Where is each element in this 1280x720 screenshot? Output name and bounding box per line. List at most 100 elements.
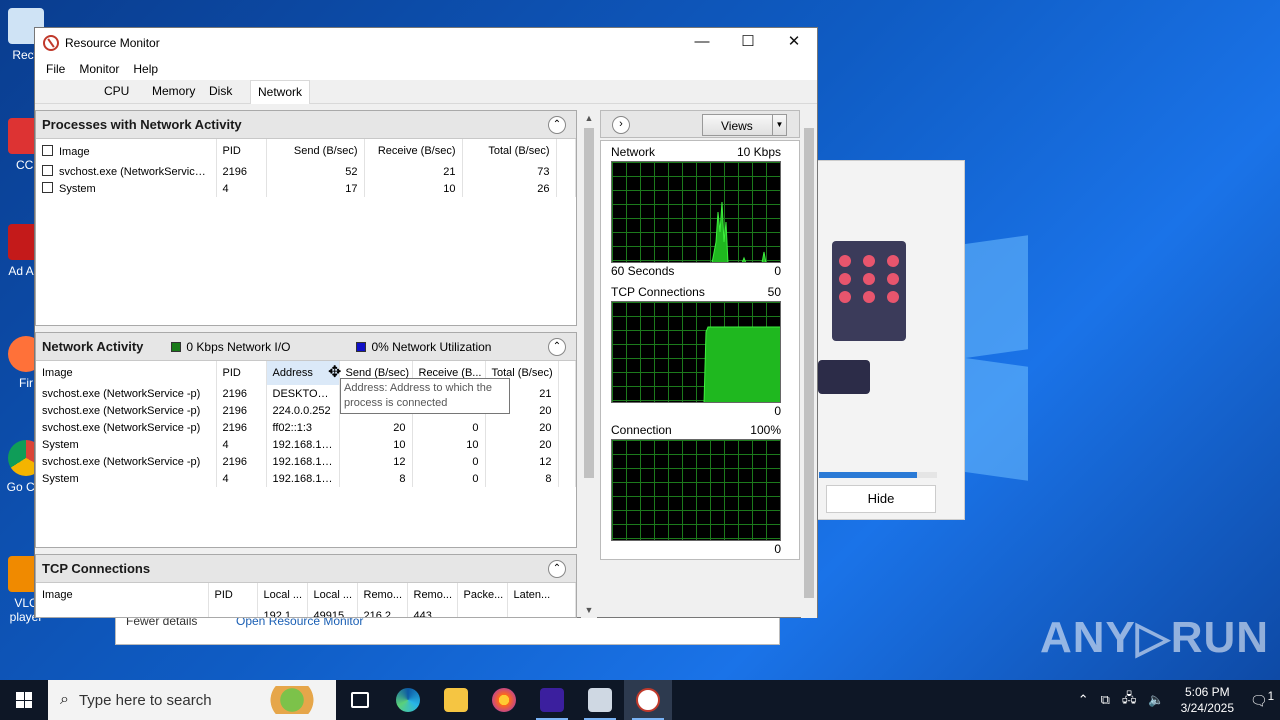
tcp-table: Image PID Local ... Local ... Remo... Re…: [36, 583, 576, 617]
views-dropdown-arrow[interactable]: ▼: [772, 115, 786, 135]
menu-file[interactable]: File: [39, 62, 72, 76]
network-io-swatch: [171, 341, 182, 352]
address-tooltip: Address: Address to which the process is…: [340, 378, 510, 414]
device-icon[interactable]: ⧉: [1101, 692, 1110, 708]
col-image[interactable]: Image: [36, 361, 217, 385]
firefox-icon: [492, 688, 516, 712]
table-row[interactable]: System 4 192.168.1.... 10 10 20: [36, 436, 576, 453]
search-highlight-icon: [268, 686, 328, 714]
windows-icon: [16, 692, 32, 708]
tab-cpu[interactable]: CPU: [104, 84, 129, 98]
processes-section: Processes with Network Activity ⌃ Image …: [35, 110, 577, 326]
col-image[interactable]: Image: [36, 139, 217, 163]
media-app-taskbar-button[interactable]: [528, 680, 576, 720]
network-graph: Network 10 Kbps 60 Seconds 0: [611, 145, 781, 278]
background-progress-bar: [819, 472, 937, 478]
col-local-port[interactable]: Local ...: [307, 583, 358, 607]
resource-monitor-taskbar-button[interactable]: [624, 680, 672, 720]
col-receive[interactable]: Receive (B/sec): [364, 139, 463, 163]
task-view-button[interactable]: [336, 680, 384, 720]
select-all-checkbox[interactable]: [42, 144, 53, 156]
menu-help[interactable]: Help: [126, 62, 165, 76]
scroll-down-arrow[interactable]: ▼: [581, 602, 597, 618]
left-pane-scrollbar[interactable]: ▲ ▼: [581, 110, 597, 618]
notifications-button[interactable]: 🗨1: [1244, 690, 1280, 710]
table-row[interactable]: svchost.exe (NetworkService -p) 2196 ff02:…: [36, 419, 576, 436]
collapse-network-activity-button[interactable]: ⌃: [548, 338, 566, 356]
system-tray: ⌃ ⧉ 🖧 🔈 5:06 PM 3/24/2025 🗨1: [1072, 680, 1280, 720]
show-hidden-icons-chevron-icon[interactable]: ⌃: [1078, 692, 1089, 708]
table-row[interactable]: svchost.exe (NetworkService... 2196 52 2…: [36, 163, 576, 180]
minimize-button[interactable]: —: [679, 28, 725, 58]
window-title: Resource Monitor: [65, 36, 160, 50]
taskbar: ⌕ Type here to search ⌃ ⧉ 🖧 🔈 5:06 PM 3/…: [0, 680, 1280, 720]
col-remote-address[interactable]: Remo...: [357, 583, 408, 607]
tcp-connections-graph: TCP Connections 50 0: [611, 285, 781, 418]
right-pane-scrollbar[interactable]: [801, 110, 817, 618]
table-row[interactable]: svchost.exe (NetworkService -p) 2196 192.1…: [36, 453, 576, 470]
graph-pane: › Views ▼ Network 10 Kbps 60 Seconds 0 TCP…: [600, 110, 800, 614]
col-local-address[interactable]: Local ...: [257, 583, 308, 607]
network-activity-title: Network Activity: [42, 339, 144, 354]
processes-header[interactable]: Processes with Network Activity ⌃: [36, 111, 576, 139]
background-thumbnail-strip: [818, 360, 870, 394]
task-manager-taskbar-button[interactable]: [576, 680, 624, 720]
col-remote-port[interactable]: Remo...: [407, 583, 458, 607]
tcp-connections-header[interactable]: TCP Connections ⌃: [36, 555, 576, 583]
col-pid[interactable]: PID: [216, 361, 267, 385]
expand-graphs-button[interactable]: ›: [612, 116, 630, 134]
maximize-button[interactable]: ☐: [725, 28, 771, 58]
start-button[interactable]: [0, 680, 48, 720]
col-pid[interactable]: PID: [208, 583, 258, 607]
table-row[interactable]: 192.1... 49915 216.2... 443: [36, 607, 576, 617]
col-pid[interactable]: PID: [216, 139, 267, 163]
hide-button[interactable]: Hide: [826, 485, 936, 513]
firefox-taskbar-button[interactable]: [480, 680, 528, 720]
col-image[interactable]: Image: [36, 583, 209, 607]
table-row[interactable]: System 4 17 10 26: [36, 180, 576, 197]
network-activity-header[interactable]: Network Activity 0 Kbps Network I/O 0% N…: [36, 333, 576, 361]
tab-network[interactable]: Network: [250, 80, 311, 104]
close-button[interactable]: ✕: [771, 28, 817, 58]
search-icon: ⌕: [60, 691, 69, 708]
media-app-icon: [540, 688, 564, 712]
volume-icon[interactable]: 🔈: [1148, 692, 1164, 708]
taskbar-search[interactable]: ⌕ Type here to search: [48, 680, 336, 720]
scrollbar-thumb[interactable]: [584, 128, 594, 478]
col-packet-loss[interactable]: Packe...: [457, 583, 508, 607]
scrollbar-thumb[interactable]: [804, 128, 814, 598]
tab-disk[interactable]: Disk: [209, 84, 232, 98]
menu-bar: File Monitor Help: [35, 58, 817, 80]
network-graph-line: [711, 201, 767, 262]
tab-memory[interactable]: Memory: [152, 84, 195, 98]
resize-cursor-icon: ✥: [328, 364, 342, 381]
resource-monitor-icon: [43, 35, 59, 51]
network-icon[interactable]: 🖧: [1122, 689, 1137, 711]
collapse-processes-button[interactable]: ⌃: [548, 116, 566, 134]
menu-monitor[interactable]: Monitor: [72, 62, 126, 76]
collapse-tcp-button[interactable]: ⌃: [548, 560, 566, 578]
clock[interactable]: 5:06 PM 3/24/2025: [1181, 684, 1234, 716]
network-io-legend: 0 Kbps Network I/O: [171, 340, 290, 354]
notification-icon: 🗨: [1249, 692, 1268, 709]
search-placeholder: Type here to search: [78, 691, 212, 709]
tcp-graph-plot: [611, 301, 781, 403]
explorer-taskbar-button[interactable]: [432, 680, 480, 720]
scroll-up-arrow[interactable]: ▲: [581, 110, 597, 126]
tab-bar: CPU Memory Disk Network: [35, 80, 817, 104]
edge-taskbar-button[interactable]: [384, 680, 432, 720]
views-button[interactable]: Views ▼: [702, 114, 787, 136]
col-latency[interactable]: Laten...: [507, 583, 576, 607]
row-checkbox[interactable]: [42, 165, 53, 176]
col-total[interactable]: Total (B/sec): [462, 139, 557, 163]
resource-library-popup: [832, 241, 906, 341]
folder-icon: [444, 688, 468, 712]
network-utilization-legend: 0% Network Utilization: [356, 340, 491, 354]
resource-monitor-icon: [636, 688, 660, 712]
clock-time: 5:06 PM: [1184, 685, 1230, 699]
network-activity-section: Network Activity 0 Kbps Network I/O 0% N…: [35, 332, 577, 548]
title-bar[interactable]: Resource Monitor — ☐ ✕: [35, 28, 817, 58]
row-checkbox[interactable]: [42, 182, 53, 193]
col-send[interactable]: Send (B/sec): [266, 139, 365, 163]
table-row[interactable]: System 4 192.168.1.... 8 0 8: [36, 470, 576, 487]
